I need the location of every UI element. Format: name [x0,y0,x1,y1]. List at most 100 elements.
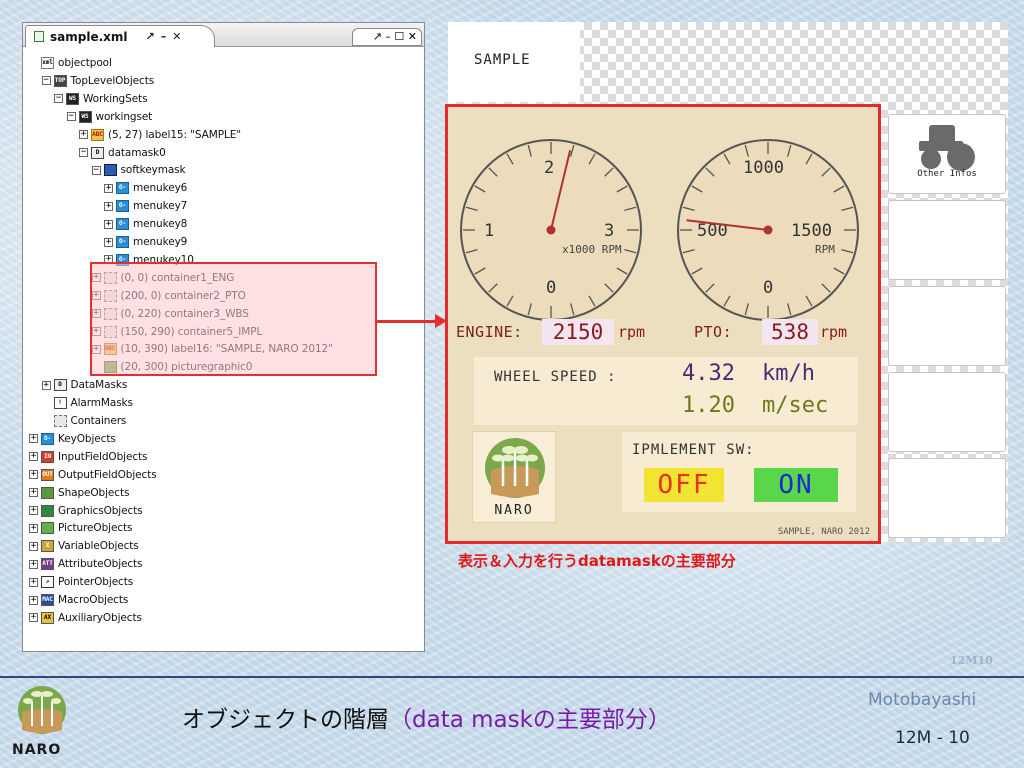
tree-item[interactable]: − TOP TopLevelObjects [41,73,155,89]
expand-icon[interactable]: + [29,595,38,605]
tree-item[interactable]: − WS workingset [66,109,152,125]
expand-icon[interactable]: + [29,506,38,515]
collapse-icon[interactable]: − [91,165,101,175]
implement-on-button[interactable]: ON [754,468,838,502]
tree-item-label: (5, 27) label15: "SAMPLE" [108,128,241,141]
tree-item-label: objectpool [58,57,112,69]
expand-icon[interactable]: + [29,523,38,533]
tree-item-label: menukey9 [133,236,188,248]
tree-item[interactable]: + O-menukey6 [104,180,187,196]
tree-item-label: VariableObjects [58,540,139,553]
wheel-speed-ms-unit: m/sec [762,393,829,418]
tree-item[interactable]: + GraphicsObjects [29,503,143,519]
tree-item-label: menukey6 [133,182,188,195]
tree-item[interactable]: + X VariableObjects [29,538,139,554]
tree-item[interactable]: − softkeymask [91,162,186,178]
expand-icon[interactable]: + [29,559,38,569]
pto-tick-0: 0 [763,278,773,298]
expand-icon[interactable]: + [29,577,38,587]
tree-item[interactable]: + O- KeyObjects [29,431,116,447]
collapse-icon[interactable]: − [41,76,51,86]
collapse-icon[interactable]: − [66,112,76,122]
connector-arrow-line [377,320,439,323]
softkey-4[interactable] [888,372,1006,452]
collapse-icon[interactable]: − [54,94,63,104]
page-number: 12M - 10 [895,728,970,748]
tree-item[interactable]: + ShapeObjects [29,485,129,501]
softkey-3[interactable] [888,286,1006,366]
tree-item[interactable]: + O-menukey8 [104,216,187,232]
tree-item[interactable]: + PictureObjects [29,520,132,536]
pin-icon[interactable]: ↗ [146,30,155,43]
tree-item-label: WorkingSets [83,92,148,105]
var-object-icon: X [41,540,54,553]
expand-icon[interactable]: + [104,219,113,229]
softkey-other-label: Other Infos [917,169,977,179]
expand-icon[interactable]: + [29,488,38,498]
expand-icon[interactable]: + [104,201,113,211]
collapse-icon[interactable]: − [79,148,88,157]
minimize-icon[interactable]: – [161,30,167,43]
window-controls[interactable]: ↗ – ☐ ✕ [352,28,422,46]
tree-item-label: PictureObjects [58,522,133,535]
tree-item-label: menukey8 [133,218,188,231]
implement-switch-panel: IPMLEMENT SW: OFF ON [622,432,856,512]
tree-item[interactable]: + O-menukey7 [104,198,187,214]
tree-item[interactable]: ! AlarmMasks [42,395,133,411]
tree-item[interactable]: + D DataMasks [41,377,127,393]
tree-item[interactable]: − WS WorkingSets [54,91,148,107]
expand-icon[interactable]: + [29,613,38,623]
expand-icon[interactable]: + [104,183,113,193]
softkey-2[interactable] [888,200,1006,280]
tree-item[interactable]: + IN InputFieldObjects [29,449,148,465]
wheel-speed-kmh-value: 4.32 [682,361,735,386]
softkey-column: Other Infos [888,114,1008,542]
xml-object-icon: xml [41,57,54,69]
engine-tick-2: 2 [544,158,554,178]
pto-gauge: 500 1000 1500 0 RPM [677,139,859,321]
footer-naro-text: NARO [12,742,62,758]
editor-tab-bar: sample.xml ↗ – ✕ ↗ – ☐ ✕ [23,23,424,47]
tree-item[interactable]: Containers [42,413,126,429]
engine-gauge-unit: x1000 RPM [562,243,622,256]
tree-item[interactable]: + ATT AttributeObjects [29,556,143,572]
naro-logo-tile: NARO [472,431,556,523]
slide-title: オブジェクトの階層（data maskの主要部分） [182,700,671,734]
tree-item[interactable]: + ↗ PointerObjects [29,574,133,590]
tree-item[interactable]: + MAC MacroObjects [29,592,128,608]
close-icon[interactable]: ✕ [172,30,181,43]
key-object-icon: O- [116,236,129,248]
naro-logo-icon [485,438,545,498]
tab-sample-xml[interactable]: sample.xml ↗ – ✕ [25,25,215,47]
expand-icon[interactable]: + [29,541,38,551]
sample-label: SAMPLE [448,22,580,102]
pic-object-icon [41,522,54,535]
tree-item[interactable]: + ABC (5, 27) label15: "SAMPLE" [79,127,241,143]
tree-item[interactable]: + AX AuxiliaryObjects [29,610,142,626]
expand-icon[interactable]: + [41,380,51,390]
dm-object-icon: D [91,146,104,159]
implement-off-button[interactable]: OFF [644,468,724,502]
expand-icon[interactable]: + [79,130,88,140]
tree-item-label: GraphicsObjects [58,504,143,517]
tree-item-label: AuxiliaryObjects [58,611,142,624]
tree-item-label: InputFieldObjects [58,450,148,463]
tree-item[interactable]: + O-menukey9 [104,234,187,250]
tree-item-label: PointerObjects [58,576,134,589]
dm-object-icon: D [53,379,67,392]
tree-item[interactable]: xml objectpool [29,55,112,71]
softkey-other-infos[interactable]: Other Infos [888,114,1006,194]
expand-icon[interactable]: + [29,470,38,480]
engine-tick-0: 0 [546,278,556,298]
expand-icon[interactable]: + [29,452,38,462]
tree-item[interactable]: + OUT OutputFieldObjects [29,467,157,483]
expand-icon[interactable]: + [104,237,113,247]
document-icon [34,31,44,42]
softkey-5[interactable] [888,458,1006,538]
expand-icon[interactable]: + [29,434,38,444]
tree-item-label: menukey7 [133,200,188,213]
tree-item-label: TopLevelObjects [70,74,155,87]
attr-object-icon: ATT [41,558,54,571]
tree-item[interactable]: − Ddatamask0 [79,145,166,161]
tractor-icon [919,125,975,171]
